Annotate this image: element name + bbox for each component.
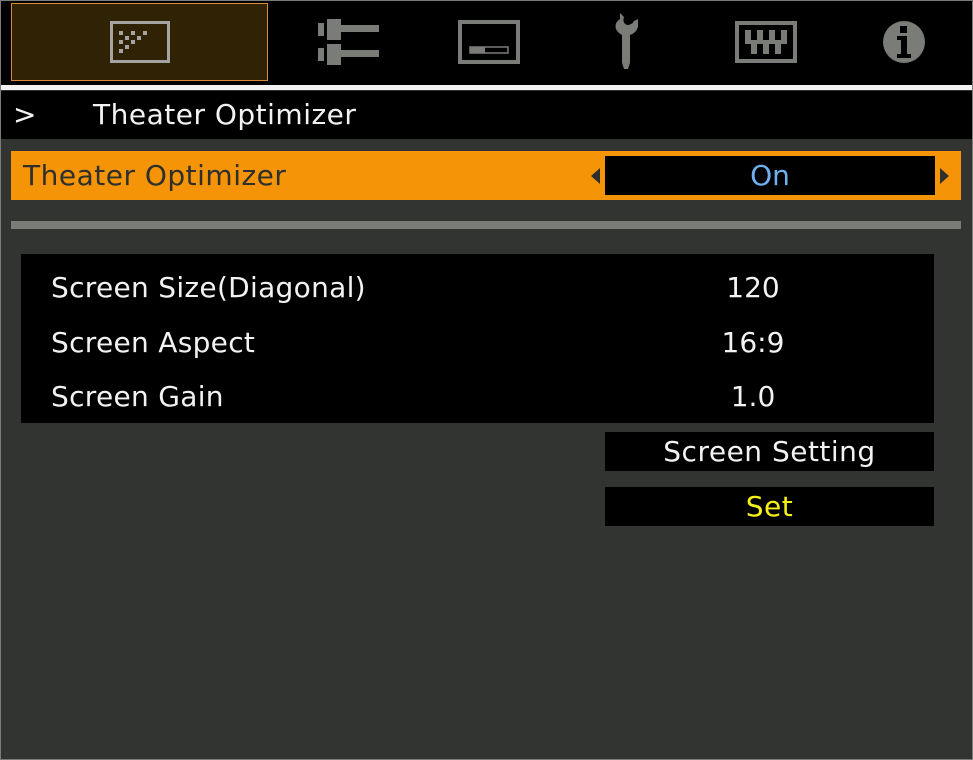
tab-picture-adjust[interactable]: [11, 3, 268, 81]
page-title: Theater Optimizer: [93, 98, 357, 131]
screen-gain-value: 1.0: [730, 380, 776, 413]
display-setup-icon: [735, 21, 797, 63]
osd-menu: > Theater Optimizer Theater Optimizer On…: [0, 0, 973, 760]
breadcrumb: > Theater Optimizer: [1, 91, 972, 139]
input-signal-icon: [317, 19, 379, 65]
breadcrumb-arrow: >: [13, 98, 37, 131]
screen-size-row: Screen Size(Diagonal) 120: [21, 260, 934, 315]
theater-optimizer-row[interactable]: Theater Optimizer On: [11, 151, 961, 200]
info-icon: [882, 21, 925, 63]
set-button[interactable]: Set: [605, 487, 934, 526]
menu-tab-bar: [1, 1, 972, 85]
arrow-right-icon[interactable]: [940, 168, 949, 184]
screen-aspect-value: 16:9: [721, 326, 785, 359]
tab-function[interactable]: [566, 3, 686, 81]
theater-optimizer-label: Theater Optimizer: [23, 159, 287, 192]
screen-aspect-label: Screen Aspect: [51, 326, 256, 359]
installation-icon: [457, 20, 520, 64]
wrench-icon: [615, 13, 638, 69]
screen-info-panel: Screen Size(Diagonal) 120 Screen Aspect …: [21, 254, 934, 423]
section-divider: [11, 221, 961, 229]
theater-optimizer-value[interactable]: On: [605, 156, 935, 195]
screen-gain-row: Screen Gain 1.0: [21, 369, 934, 424]
picture-adjust-icon: [109, 21, 170, 63]
tab-bar-separator: [1, 85, 972, 90]
tab-installation[interactable]: [426, 3, 551, 81]
screen-size-label: Screen Size(Diagonal): [51, 271, 366, 304]
screen-setting-button[interactable]: Screen Setting: [605, 432, 934, 471]
tab-input-signal[interactable]: [271, 3, 426, 81]
screen-gain-label: Screen Gain: [51, 380, 224, 413]
tab-information[interactable]: [846, 3, 961, 81]
arrow-left-icon[interactable]: [591, 168, 600, 184]
screen-aspect-row: Screen Aspect 16:9: [21, 315, 934, 370]
screen-size-value: 120: [726, 271, 780, 304]
tab-display-setup[interactable]: [706, 3, 826, 81]
